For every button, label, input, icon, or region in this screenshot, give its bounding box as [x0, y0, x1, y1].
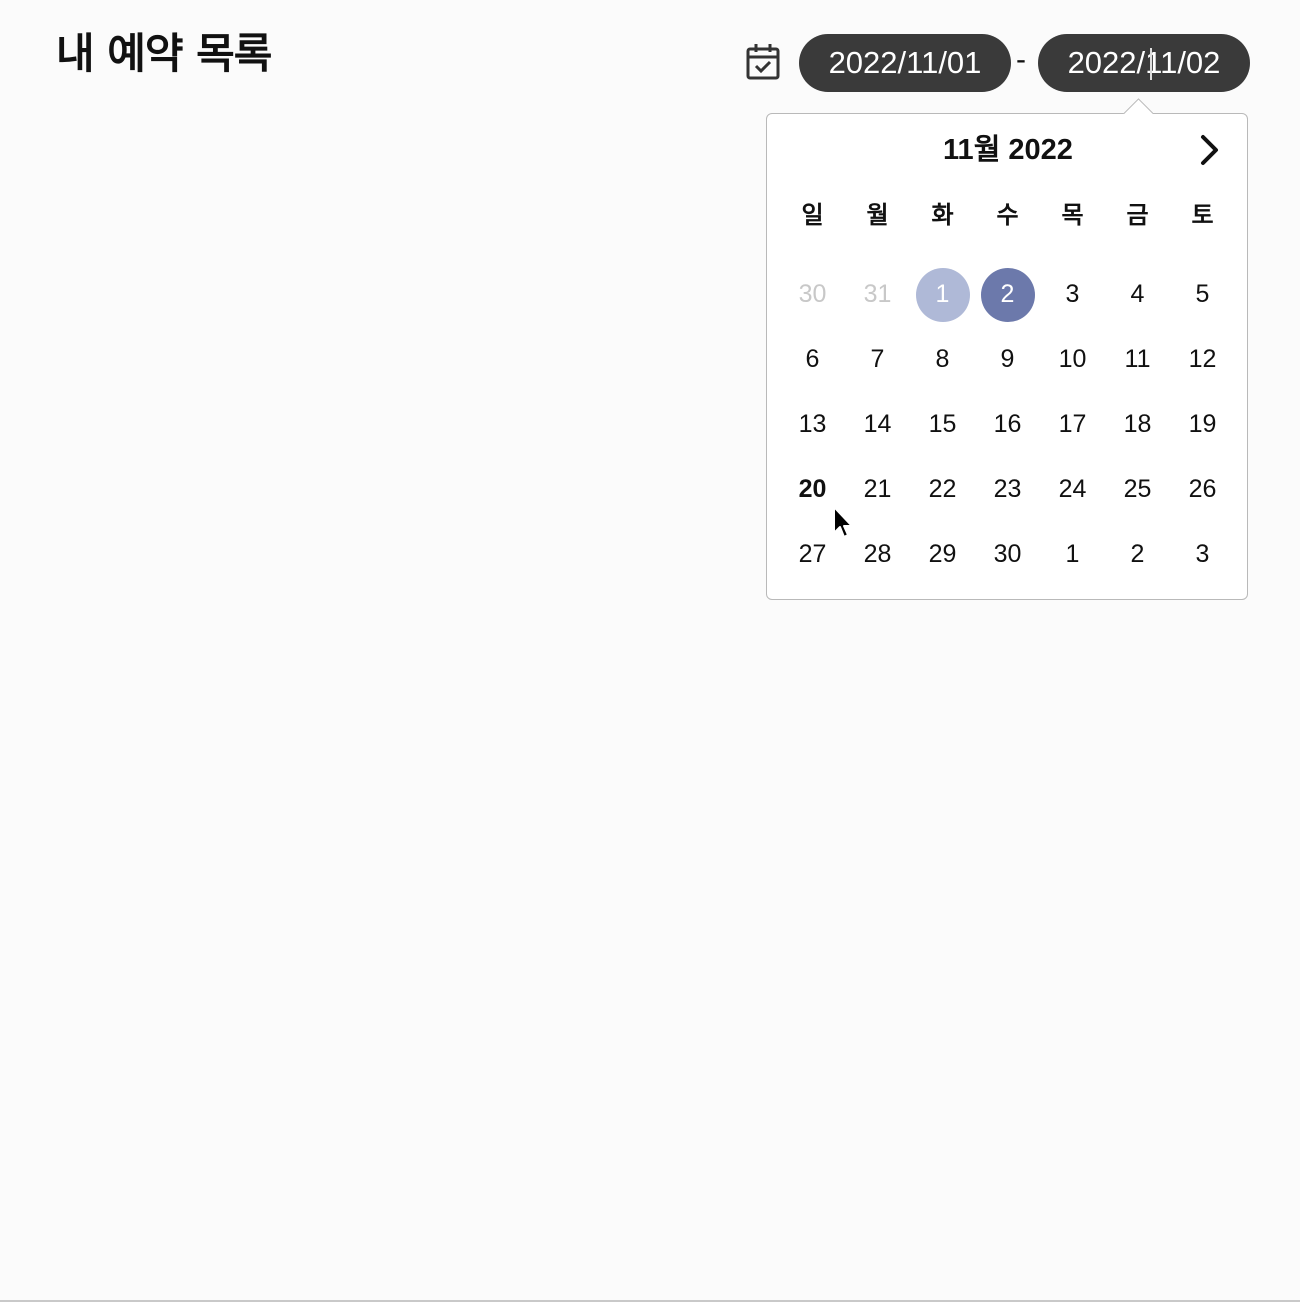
calendar-day[interactable]: 28 — [845, 522, 910, 587]
calendar-day-label: 13 — [798, 410, 827, 438]
calendar-day-label: 8 — [935, 345, 950, 373]
calendar-day[interactable]: 3 — [1170, 522, 1235, 587]
calendar-week-row: 6 7 8 9 10 11 12 — [780, 327, 1235, 392]
calendar-check-icon[interactable] — [745, 43, 781, 81]
weekday-label: 토 — [1191, 201, 1214, 229]
calendar-day[interactable]: 21 — [845, 457, 910, 522]
calendar-day[interactable]: 25 — [1105, 457, 1170, 522]
calendar-day-label: 14 — [863, 410, 892, 438]
calendar-day-label: 7 — [870, 345, 885, 373]
popover-arrow — [1123, 97, 1153, 114]
calendar-day[interactable]: 1 — [910, 262, 975, 327]
page-title: 내 예약 목록 — [56, 29, 272, 78]
calendar-day[interactable]: 23 — [975, 457, 1040, 522]
calendar-day[interactable]: 26 — [1170, 457, 1235, 522]
calendar-day-label: 20 — [798, 475, 827, 503]
calendar-day-label: 22 — [928, 475, 957, 503]
calendar-day-label: 21 — [863, 475, 892, 503]
calendar-day[interactable]: 19 — [1170, 392, 1235, 457]
calendar-day[interactable]: 30 — [780, 262, 845, 327]
calendar-day[interactable]: 12 — [1170, 327, 1235, 392]
calendar-day-label: 2 — [1130, 540, 1145, 568]
calendar-day-label: 6 — [805, 345, 820, 373]
calendar-day-label: 29 — [928, 540, 957, 568]
calendar-week-row: 20 21 22 23 24 25 26 — [780, 457, 1235, 522]
calendar-day-label: 3 — [1195, 540, 1210, 568]
end-date-input[interactable] — [1038, 34, 1250, 92]
calendar-day[interactable]: 18 — [1105, 392, 1170, 457]
calendar-day-label: 26 — [1188, 475, 1217, 503]
calendar-day[interactable]: 4 — [1105, 262, 1170, 327]
calendar-day-label: 31 — [863, 280, 892, 308]
calendar-day[interactable]: 6 — [780, 327, 845, 392]
weekday-label: 화 — [931, 201, 954, 229]
calendar-day-label: 5 — [1195, 280, 1210, 308]
calendar-day[interactable]: 10 — [1040, 327, 1105, 392]
calendar-day-label: 9 — [1000, 345, 1015, 373]
weekday-label: 목 — [1061, 201, 1084, 229]
calendar-day-label: 16 — [993, 410, 1022, 438]
calendar-day-label: 15 — [928, 410, 957, 438]
weekday-label: 금 — [1126, 201, 1149, 229]
calendar-day[interactable]: 1 — [1040, 522, 1105, 587]
calendar-day-label: 27 — [798, 540, 827, 568]
calendar-day[interactable]: 9 — [975, 327, 1040, 392]
weekday-label: 월 — [866, 201, 889, 229]
calendar-day-label: 4 — [1130, 280, 1145, 308]
calendar-day-label: 3 — [1065, 280, 1080, 308]
weekday-header: 일월화수목금토 — [780, 197, 1235, 233]
calendar-day-label: 23 — [993, 475, 1022, 503]
calendar-day[interactable]: 27 — [780, 522, 845, 587]
calendar-day-label: 1 — [915, 267, 970, 322]
calendar-day-label: 17 — [1058, 410, 1087, 438]
weekday-label: 수 — [996, 201, 1019, 229]
calendar-day[interactable]: 11 — [1105, 327, 1170, 392]
calendar-day[interactable]: 13 — [780, 392, 845, 457]
text-caret — [1150, 48, 1152, 80]
calendar-day[interactable]: 8 — [910, 327, 975, 392]
calendar-day[interactable]: 20 — [780, 457, 845, 522]
calendar-day-label: 30 — [798, 280, 827, 308]
calendar-day[interactable]: 31 — [845, 262, 910, 327]
calendar-day[interactable]: 15 — [910, 392, 975, 457]
calendar-day[interactable]: 2 — [1105, 522, 1170, 587]
calendar-day-label: 11 — [1124, 345, 1151, 373]
calendar-week-row: 27 28 29 30 1 2 3 — [780, 522, 1235, 587]
calendar-day[interactable]: 5 — [1170, 262, 1235, 327]
chevron-right-icon[interactable] — [1191, 132, 1227, 168]
calendar-day-label: 2 — [980, 267, 1035, 322]
calendar-day-label: 30 — [993, 540, 1022, 568]
calendar-day-label: 18 — [1123, 410, 1152, 438]
calendar-day[interactable]: 17 — [1040, 392, 1105, 457]
start-date-input[interactable] — [799, 34, 1011, 92]
calendar-day[interactable]: 30 — [975, 522, 1040, 587]
calendar-day[interactable]: 14 — [845, 392, 910, 457]
calendar-day[interactable]: 29 — [910, 522, 975, 587]
calendar-day-label: 10 — [1058, 345, 1087, 373]
calendar-day[interactable]: 3 — [1040, 262, 1105, 327]
datepicker-month-label: 11월 2022 — [943, 134, 1073, 166]
calendar-day[interactable]: 7 — [845, 327, 910, 392]
calendar-week-row: 13 14 15 16 17 18 19 — [780, 392, 1235, 457]
calendar-day[interactable]: 2 — [975, 262, 1040, 327]
calendar-day-label: 24 — [1058, 475, 1087, 503]
calendar-day-label: 25 — [1123, 475, 1152, 503]
calendar-day-label: 19 — [1188, 410, 1217, 438]
day-grid: 30 31 1 2 3 4 5 6 7 8 9 10 11 12 13 14 15 16 17 18 19 20 21 22 2… — [780, 262, 1235, 587]
calendar-day[interactable]: 24 — [1040, 457, 1105, 522]
weekday-label: 일 — [801, 201, 824, 229]
calendar-day[interactable]: 16 — [975, 392, 1040, 457]
date-range-separator: - — [1016, 43, 1026, 76]
calendar-day-label: 12 — [1188, 345, 1217, 373]
datepicker-popover: 11월 2022 일월화수목금토 30 31 1 2 3 4 5 6 7 8 9 10 11 12 13 14… — [766, 113, 1248, 600]
calendar-week-row: 30 31 1 2 3 4 5 — [780, 262, 1235, 327]
calendar-day[interactable]: 22 — [910, 457, 975, 522]
calendar-day-label: 1 — [1065, 540, 1080, 568]
calendar-day-label: 28 — [863, 540, 892, 568]
